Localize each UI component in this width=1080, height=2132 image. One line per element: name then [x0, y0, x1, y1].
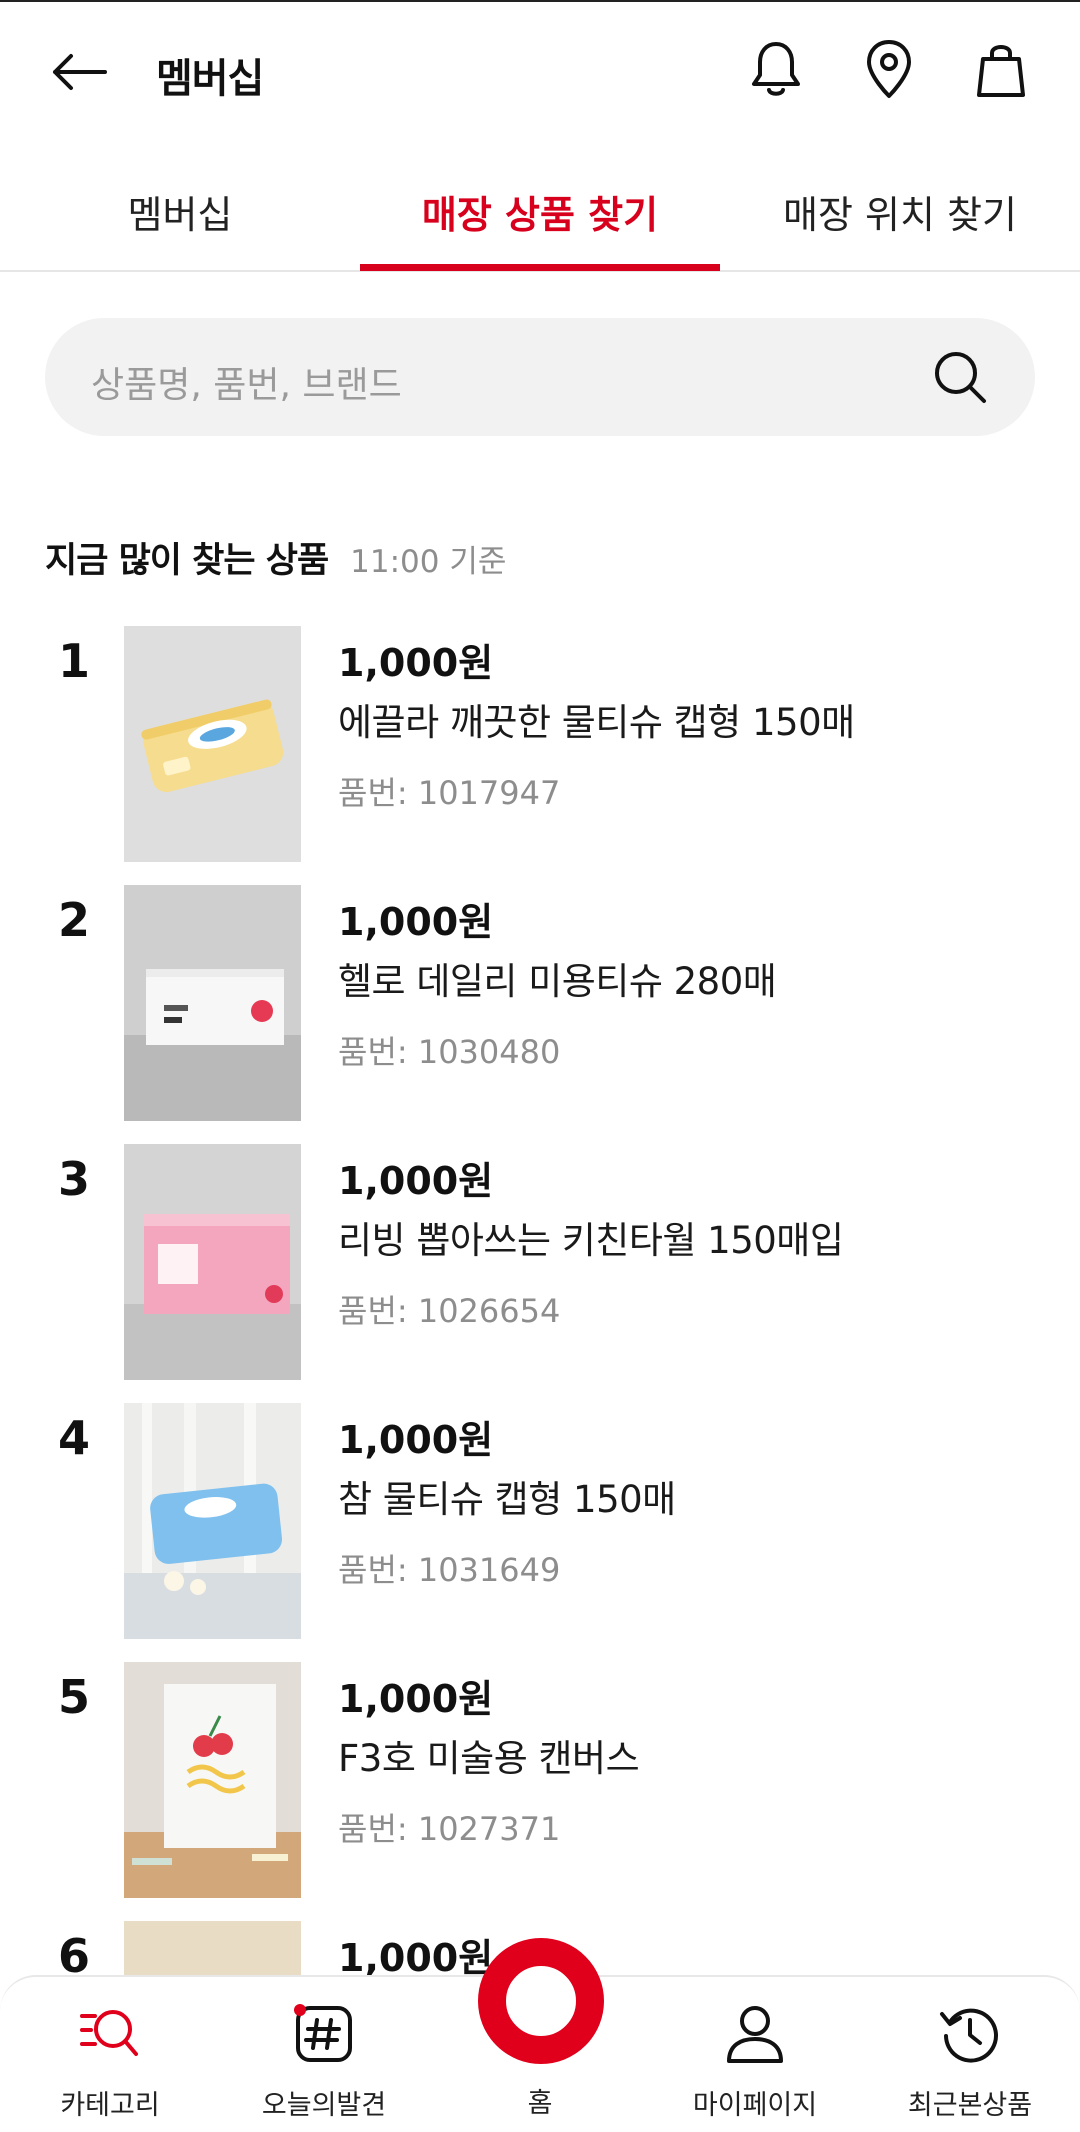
nav-label-recent-viewed: 최근본상품: [907, 2090, 1033, 2121]
product-code: 품번: 1027371: [338, 1810, 561, 1848]
list-item[interactable]: 5 1,000원 F3호 미술용 캔버스 품번: 1027371: [0, 1662, 1080, 1921]
product-image[interactable]: [124, 626, 301, 862]
tab-bar: 멤버십 매장 상품 찾기 매장 위치 찾기: [0, 150, 1080, 272]
location-pin-icon: [867, 40, 911, 98]
search-placeholder: 상품명, 품번, 브랜드: [91, 365, 402, 406]
category-search-icon: [75, 1999, 145, 2069]
product-name: F3호 미술용 캔버스: [338, 1737, 640, 1780]
search-button[interactable]: [925, 342, 995, 412]
nav-label-home: 홈: [527, 2088, 553, 2119]
rank-number: 1: [58, 634, 91, 688]
product-price: 1,000원: [338, 1677, 494, 1721]
cart-button[interactable]: [966, 34, 1036, 104]
product-price: 1,000원: [338, 1936, 494, 1980]
product-list: 1 1,000원 에끌라 깨끗한 물티슈 캡형 150매 품번: 1017947…: [0, 626, 1080, 2132]
list-item[interactable]: 4 1,000원 참 물티슈 캡형 150매 품번: 1031649: [0, 1403, 1080, 1662]
product-image[interactable]: [124, 1403, 301, 1639]
back-button[interactable]: [44, 42, 114, 102]
product-name: 참 물티슈 캡형 150매: [338, 1478, 676, 1521]
top-bar: 멤버십: [0, 0, 1080, 140]
product-image[interactable]: [124, 885, 301, 1121]
tab-membership[interactable]: 멤버십: [0, 150, 360, 272]
search-input[interactable]: 상품명, 품번, 브랜드: [45, 318, 1035, 436]
active-tab-indicator: [360, 264, 720, 271]
home-button[interactable]: [478, 1938, 604, 2064]
product-price: 1,000원: [338, 900, 494, 944]
product-code: 품번: 1026654: [338, 1292, 561, 1330]
tab-store-product-search[interactable]: 매장 상품 찾기: [360, 150, 720, 272]
page-title: 멤버십: [156, 56, 264, 102]
rank-number: 5: [58, 1670, 91, 1724]
rank-number: 4: [58, 1411, 91, 1465]
history-icon: [935, 1999, 1005, 2069]
product-name: 헬로 데일리 미용티슈 280매: [338, 960, 777, 1003]
nav-category[interactable]: 카테고리: [10, 1977, 210, 2132]
person-icon: [720, 1999, 790, 2069]
product-price: 1,000원: [338, 641, 494, 685]
rank-number: 3: [58, 1152, 91, 1206]
nav-discover[interactable]: 오늘의발견: [224, 1977, 424, 2132]
search-icon: [935, 352, 986, 403]
list-item[interactable]: 2 1,000원 헬로 데일리 미용티슈 280매 품번: 1030480: [0, 885, 1080, 1144]
hashtag-icon: [289, 1999, 359, 2069]
section-timestamp: 11:00 기준: [350, 544, 507, 580]
shopping-bag-icon: [977, 45, 1025, 97]
product-name: 리빙 뽑아쓰는 키친타월 150매입: [338, 1219, 844, 1262]
product-price: 1,000원: [338, 1159, 494, 1203]
product-name: 에끌라 깨끗한 물티슈 캡형 150매: [338, 701, 855, 744]
tab-store-location-search[interactable]: 매장 위치 찾기: [720, 150, 1080, 272]
bell-icon: [752, 42, 800, 96]
store-location-button[interactable]: [854, 34, 924, 104]
nav-mypage[interactable]: 마이페이지: [655, 1977, 855, 2132]
nav-recent-viewed[interactable]: 최근본상품: [870, 1977, 1070, 2132]
product-code: 품번: 1031649: [338, 1551, 561, 1589]
nav-label-category: 카테고리: [60, 2090, 160, 2121]
product-price: 1,000원: [338, 1418, 494, 1462]
list-item[interactable]: 1 1,000원 에끌라 깨끗한 물티슈 캡형 150매 품번: 1017947: [0, 626, 1080, 885]
section-title: 지금 많이 찾는 상품: [45, 541, 329, 581]
arrow-left-icon: [53, 54, 107, 90]
product-code: 품번: 1030480: [338, 1033, 561, 1071]
product-image[interactable]: [124, 1662, 301, 1898]
product-code: 품번: 1017947: [338, 774, 561, 812]
nav-label-discover: 오늘의발견: [261, 2090, 387, 2121]
product-image[interactable]: [124, 1144, 301, 1380]
rank-number: 2: [58, 893, 91, 947]
notification-button[interactable]: [741, 34, 811, 104]
popular-products-heading: 지금 많이 찾는 상품 11:00 기준: [45, 532, 506, 583]
nav-label-mypage: 마이페이지: [692, 2090, 818, 2121]
list-item[interactable]: 3 1,000원 리빙 뽑아쓰는 키친타월 150매입 품번: 1026654: [0, 1144, 1080, 1403]
